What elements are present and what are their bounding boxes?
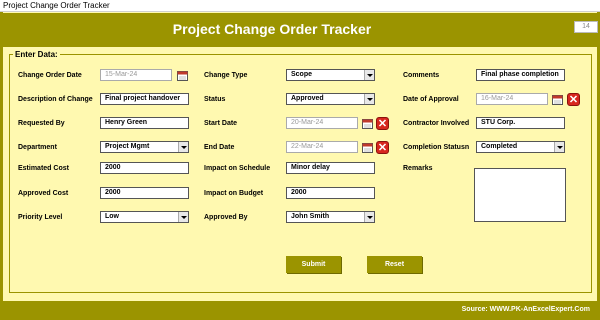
status-value: Approved [291,95,324,102]
calendar-icon[interactable] [177,70,188,81]
department-label: Department [18,144,57,151]
clear-approval-date-button[interactable]: ✕ [567,93,580,106]
estimated-cost-label: Estimated Cost [18,165,69,172]
close-icon: ✕ [377,118,388,130]
change-order-date-label: Change Order Date [18,72,82,79]
contractor-field[interactable]: STU Corp. [476,117,565,129]
clear-start-date-button[interactable]: ✕ [376,117,389,130]
approved-by-select[interactable]: John Smith [286,211,375,223]
reset-button[interactable]: Reset [367,256,422,273]
chevron-down-icon[interactable] [554,142,564,152]
requested-by-label: Requested By [18,120,65,127]
estimated-cost-field[interactable]: 2000 [100,162,189,174]
source-credit: Source: WWW.PK-AnExcelExpert.Com [461,306,590,313]
date-of-approval-label: Date of Approval [403,96,459,103]
change-type-select[interactable]: Scope [286,69,375,81]
calendar-icon[interactable] [362,142,373,153]
comments-field[interactable]: Final phase completion [476,69,565,81]
chevron-down-icon[interactable] [178,142,188,152]
date-of-approval-field[interactable]: 16-Mar-24 [476,93,548,105]
approved-by-label: Approved By [204,214,248,221]
impact-budget-label: Impact on Budget [204,190,264,197]
completion-status-select[interactable]: Completed [476,141,565,153]
description-field[interactable]: Final project handover [100,93,189,105]
priority-level-value: Low [105,213,119,220]
comments-label: Comments [403,72,440,79]
window-title: Project Change Order Tracker [3,1,110,10]
remarks-label: Remarks [403,165,433,172]
remarks-textarea[interactable] [474,168,566,222]
completion-status-value: Completed [481,143,518,150]
change-type-label: Change Type [204,72,248,79]
clear-end-date-button[interactable]: ✕ [376,141,389,154]
approved-by-value: John Smith [291,213,330,220]
window-titlebar: Project Change Order Tracker [0,0,600,12]
impact-schedule-field[interactable]: Minor delay [286,162,375,174]
description-label: Description of Change [18,96,93,103]
page-title: Project Change Order Tracker [172,21,372,37]
approved-cost-field[interactable]: 2000 [100,187,189,199]
chevron-down-icon[interactable] [364,70,374,80]
department-value: Project Mgmt [105,143,150,150]
header-banner: Project Change Order Tracker 14 [0,13,600,47]
change-order-date-field[interactable]: 15-Mar-24 [100,69,172,81]
priority-level-select[interactable]: Low [100,211,189,223]
start-date-label: Start Date [204,120,238,127]
footer-bar: Source: WWW.PK-AnExcelExpert.Com [0,301,600,320]
status-label: Status [204,96,226,103]
record-counter: 14 [574,21,598,33]
end-date-field[interactable]: 22-Mar-24 [286,141,358,153]
approved-cost-label: Approved Cost [18,190,69,197]
chevron-down-icon[interactable] [178,212,188,222]
status-select[interactable]: Approved [286,93,375,105]
chevron-down-icon[interactable] [364,94,374,104]
impact-schedule-label: Impact on Schedule [204,165,271,172]
calendar-icon[interactable] [552,94,563,105]
close-icon: ✕ [568,94,579,106]
start-date-field[interactable]: 20-Mar-24 [286,117,358,129]
completion-status-label: Completion Statusn [403,144,470,151]
contractor-label: Contractor Involved [403,120,470,127]
chevron-down-icon[interactable] [364,212,374,222]
change-type-value: Scope [291,71,313,78]
close-icon: ✕ [377,142,388,154]
department-select[interactable]: Project Mgmt [100,141,189,153]
impact-budget-field[interactable]: 2000 [286,187,375,199]
end-date-label: End Date [204,144,235,151]
requested-by-field[interactable]: Henry Green [100,117,189,129]
submit-button[interactable]: Submit [286,256,341,273]
group-label: Enter Data: [15,50,58,59]
priority-level-label: Priority Level [18,214,63,221]
calendar-icon[interactable] [362,118,373,129]
